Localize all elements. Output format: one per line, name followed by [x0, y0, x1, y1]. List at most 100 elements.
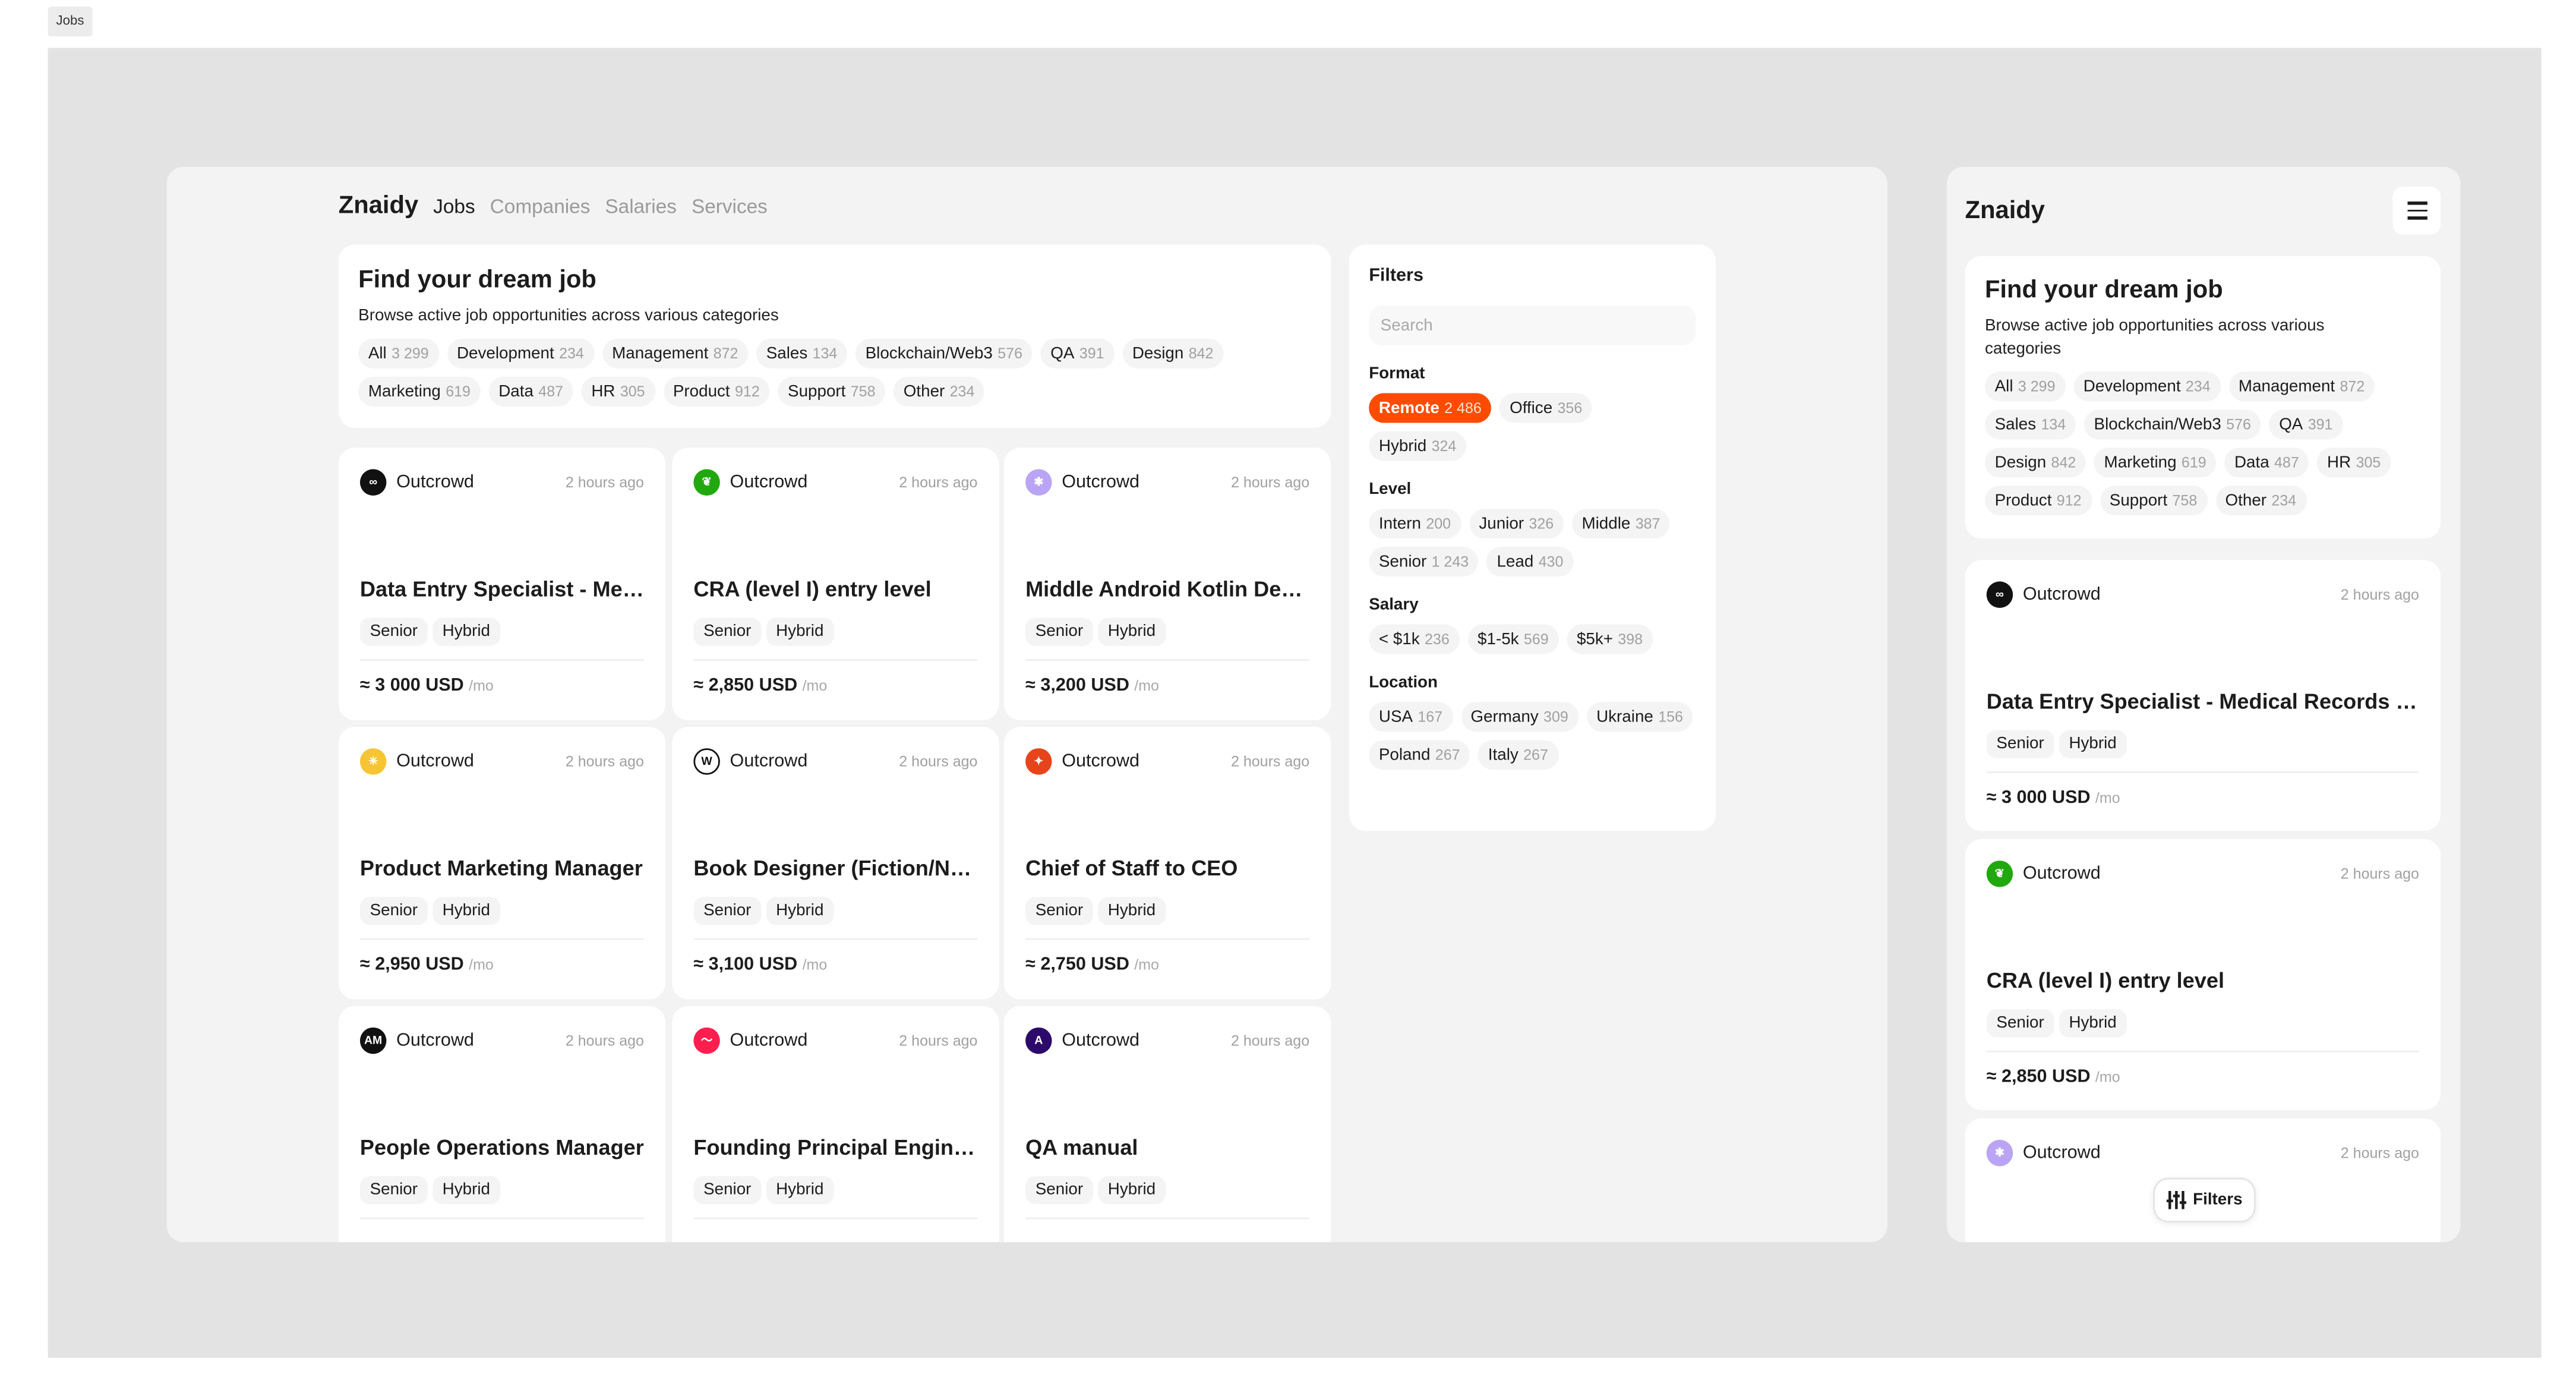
filter-search-input[interactable]: [1369, 305, 1696, 345]
job-title[interactable]: Middle Android Kotlin Developer: [1025, 576, 1309, 601]
job-card[interactable]: ∞Outcrowd2 hours agoData Entry Specialis…: [339, 448, 665, 720]
job-card[interactable]: ❦Outcrowd2 hours agoCRA (level I) entry …: [1965, 839, 2441, 1110]
company-name[interactable]: Outcrowd: [2023, 864, 2101, 884]
company-name[interactable]: Outcrowd: [730, 472, 808, 492]
filter-chip[interactable]: $5k+398: [1567, 625, 1653, 654]
job-title[interactable]: Chief of Staff to CEO: [1025, 856, 1309, 881]
company-name[interactable]: Outcrowd: [396, 752, 474, 771]
filter-chip[interactable]: Middle387: [1572, 509, 1670, 538]
chip-count: 267: [1523, 746, 1548, 763]
filter-chip[interactable]: Other234: [894, 377, 984, 407]
chip-count: 872: [2340, 379, 2365, 395]
filter-chip[interactable]: Design842: [1985, 448, 2086, 477]
filter-chip[interactable]: Senior1 243: [1369, 547, 1479, 576]
filter-chip[interactable]: Product912: [1985, 486, 2091, 515]
brand-logo[interactable]: Znaidy: [1965, 197, 2045, 225]
job-card[interactable]: 〜Outcrowd2 hours agoFounding Principal E…: [672, 1006, 999, 1242]
job-title[interactable]: Founding Principal Engineer: [693, 1135, 977, 1160]
job-title[interactable]: Book Designer (Fiction/Non-fiction): [693, 856, 977, 881]
filter-chip[interactable]: Management872: [602, 339, 748, 368]
job-card[interactable]: AMOutcrowd2 hours agoPeople Operations M…: [339, 1006, 665, 1242]
filter-chip[interactable]: USA167: [1369, 702, 1453, 732]
job-title[interactable]: CRA (level I) entry level: [693, 576, 977, 601]
job-title[interactable]: People Operations Manager: [360, 1135, 644, 1160]
filter-chip[interactable]: Junior326: [1469, 509, 1564, 538]
company-name[interactable]: Outcrowd: [730, 1031, 808, 1050]
chip-label: Remote: [1379, 400, 1439, 418]
chip-count: 356: [1558, 400, 1583, 417]
nav-jobs[interactable]: Jobs: [433, 195, 475, 218]
job-title[interactable]: CRA (level I) entry level: [1987, 968, 2419, 993]
filter-chip[interactable]: Support758: [2100, 486, 2207, 515]
posted-time: 2 hours ago: [2341, 1145, 2419, 1161]
salary-period: /mo: [469, 678, 494, 694]
filter-chip[interactable]: $1-5k569: [1467, 625, 1558, 654]
filter-chip[interactable]: All3 299: [1985, 371, 2065, 401]
filter-chip[interactable]: HR305: [582, 377, 655, 407]
company-name[interactable]: Outcrowd: [2023, 1143, 2101, 1162]
window-tab[interactable]: Jobs: [48, 7, 93, 36]
filter-chip[interactable]: Germany309: [1461, 702, 1579, 732]
filter-chip[interactable]: Development234: [447, 339, 594, 368]
filters-button[interactable]: Filters: [2153, 1178, 2255, 1222]
chip-count: 842: [1189, 345, 1214, 362]
job-card[interactable]: ❦Outcrowd2 hours agoCRA (level I) entry …: [672, 448, 999, 720]
company-name[interactable]: Outcrowd: [1062, 752, 1139, 771]
job-card[interactable]: WOutcrowd2 hours agoBook Designer (Ficti…: [672, 727, 999, 1000]
filter-chip[interactable]: < $1k236: [1369, 625, 1459, 654]
job-card[interactable]: ∞Outcrowd2 hours agoData Entry Specialis…: [1965, 560, 2441, 831]
filter-chip[interactable]: Poland267: [1369, 740, 1470, 770]
nav-salaries[interactable]: Salaries: [605, 195, 677, 218]
filter-chip[interactable]: Blockchain/Web3576: [2084, 409, 2261, 439]
filter-chip[interactable]: Marketing619: [358, 377, 481, 407]
job-card[interactable]: ☀Outcrowd2 hours agoProduct Marketing Ma…: [339, 727, 665, 1000]
filter-group-options: Intern200 Junior326 Middle387 Senior1 243 Le…: [1369, 509, 1696, 576]
filter-chip[interactable]: Office356: [1499, 393, 1592, 423]
filter-chip[interactable]: Hybrid324: [1369, 431, 1466, 461]
filter-chip[interactable]: Product912: [663, 377, 769, 407]
filter-chip[interactable]: Data487: [489, 377, 573, 407]
filter-chip[interactable]: Support758: [778, 377, 885, 407]
filter-chip[interactable]: Lead430: [1487, 547, 1573, 576]
filter-chip[interactable]: Data487: [2224, 448, 2309, 477]
filter-chip[interactable]: Development234: [2073, 371, 2220, 401]
job-title[interactable]: Product Marketing Manager: [360, 856, 644, 881]
filter-chip[interactable]: Sales134: [1985, 409, 2076, 439]
company-name[interactable]: Outcrowd: [1062, 472, 1139, 492]
filter-chip[interactable]: Italy267: [1478, 740, 1558, 770]
nav-companies[interactable]: Companies: [490, 195, 591, 218]
filter-chip[interactable]: Ukraine156: [1586, 702, 1693, 732]
brand-logo[interactable]: Znaidy: [339, 191, 418, 219]
filter-chip[interactable]: Blockchain/Web3576: [855, 339, 1033, 368]
filter-chip[interactable]: All3 299: [358, 339, 438, 368]
filter-chip[interactable]: Design842: [1122, 339, 1223, 368]
job-title[interactable]: Data Entry Specialist - Medical Records …: [1987, 689, 2419, 714]
job-tags: SeniorHybrid: [1025, 1176, 1309, 1204]
chip-count: 134: [813, 345, 838, 362]
filter-chip[interactable]: Intern200: [1369, 509, 1461, 538]
company-name[interactable]: Outcrowd: [1062, 1031, 1139, 1050]
job-card[interactable]: ✱Outcrowd2 hours agoMiddle Android Kotli…: [1004, 448, 1331, 720]
company-name[interactable]: Outcrowd: [2023, 585, 2101, 604]
filter-chip[interactable]: Other234: [2215, 486, 2306, 515]
posted-time: 2 hours ago: [899, 1032, 977, 1049]
filter-chip[interactable]: HR305: [2317, 448, 2391, 477]
filter-chip[interactable]: QA391: [2269, 409, 2343, 439]
job-title[interactable]: Data Entry Specialist - Medical Records …: [360, 576, 644, 601]
job-title[interactable]: QA manual: [1025, 1135, 1309, 1160]
menu-button[interactable]: [2392, 187, 2441, 235]
company-name[interactable]: Outcrowd: [730, 752, 808, 771]
job-card[interactable]: ✦Outcrowd2 hours agoChief of Staff to CE…: [1004, 727, 1331, 1000]
job-card[interactable]: AOutcrowd2 hours agoQA manualSeniorHybri…: [1004, 1006, 1331, 1242]
filter-chip[interactable]: Sales134: [756, 339, 847, 368]
filter-chip[interactable]: Remote2 486: [1369, 393, 1491, 423]
chip-count: 236: [1425, 631, 1450, 648]
company-name[interactable]: Outcrowd: [396, 1031, 474, 1050]
chip-label: Data: [498, 383, 533, 402]
mobile-frame: Znaidy Find your dream job Browse active…: [1947, 167, 2460, 1242]
company-name[interactable]: Outcrowd: [396, 472, 474, 492]
filter-chip[interactable]: Marketing619: [2094, 448, 2217, 477]
nav-services[interactable]: Services: [692, 195, 768, 218]
filter-chip[interactable]: QA391: [1041, 339, 1115, 368]
filter-chip[interactable]: Management872: [2228, 371, 2375, 401]
